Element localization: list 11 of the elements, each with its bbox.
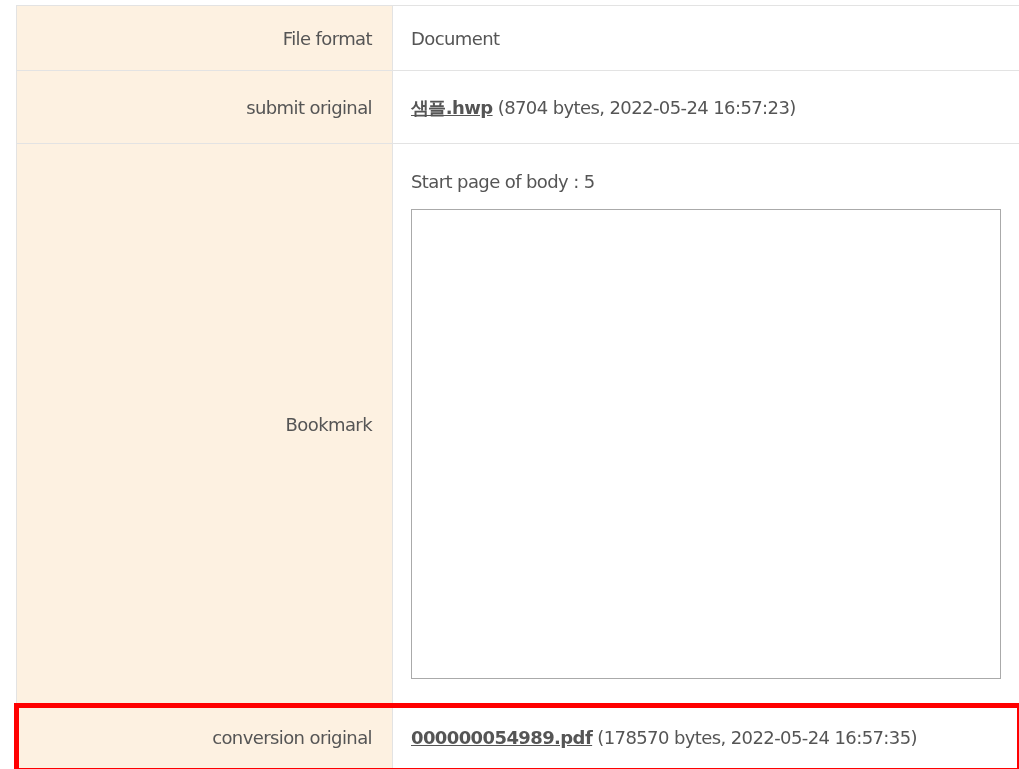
field-value: Document <box>411 27 500 49</box>
field-label: conversion original <box>212 727 372 748</box>
file-details: (178570 bytes, 2022-05-24 16:57:35) <box>597 727 917 748</box>
field-label: File format <box>282 27 372 49</box>
bookmark-textarea[interactable] <box>411 209 1001 679</box>
file-details: (8704 bytes, 2022-05-24 16:57:23) <box>497 96 796 118</box>
start-page-text: Start page of body : 5 <box>411 170 596 194</box>
file-link[interactable]: 샘플.hwp <box>411 96 493 118</box>
field-label: submit original <box>246 96 372 118</box>
field-label: Bookmark <box>285 414 372 435</box>
file-link[interactable]: 000000054989.pdf <box>411 727 593 748</box>
